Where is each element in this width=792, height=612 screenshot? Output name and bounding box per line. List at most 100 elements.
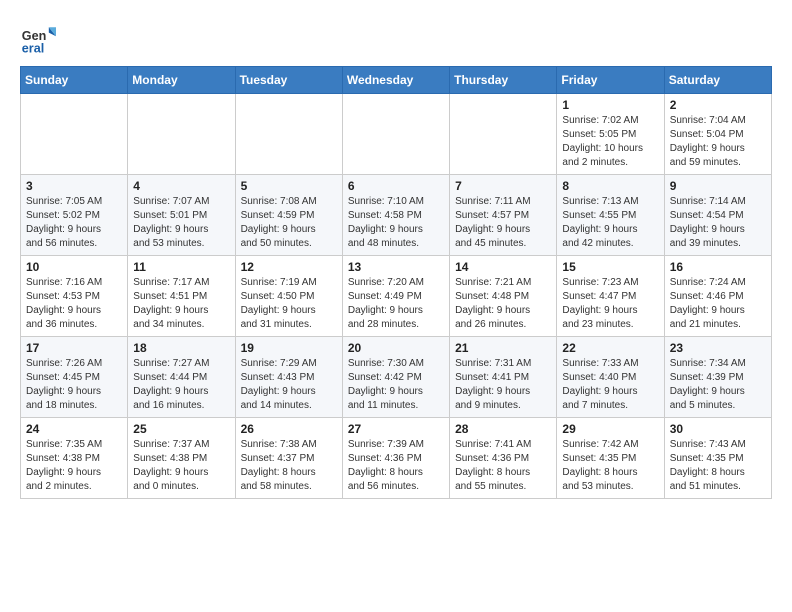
day-number: 24 xyxy=(26,422,122,436)
calendar-cell: 13 Sunrise: 7:20 AMSunset: 4:49 PMDayligh… xyxy=(342,256,449,337)
calendar-week-row: 10 Sunrise: 7:16 AMSunset: 4:53 PMDayligh… xyxy=(21,256,772,337)
calendar-cell: 22 Sunrise: 7:33 AMSunset: 4:40 PMDayligh… xyxy=(557,337,664,418)
day-info: Sunrise: 7:17 AMSunset: 4:51 PMDaylight:… xyxy=(133,276,229,332)
calendar-cell xyxy=(128,94,235,175)
day-number: 30 xyxy=(670,422,766,436)
calendar-cell: 4 Sunrise: 7:07 AMSunset: 5:01 PMDaylight… xyxy=(128,175,235,256)
calendar-week-row: 24 Sunrise: 7:35 AMSunset: 4:38 PMDayligh… xyxy=(21,418,772,499)
weekday-header: Tuesday xyxy=(235,67,342,94)
calendar-cell: 10 Sunrise: 7:16 AMSunset: 4:53 PMDayligh… xyxy=(21,256,128,337)
day-info: Sunrise: 7:10 AMSunset: 4:58 PMDaylight:… xyxy=(348,195,444,251)
day-number: 18 xyxy=(133,341,229,355)
day-info: Sunrise: 7:42 AMSunset: 4:35 PMDaylight:… xyxy=(562,438,658,494)
day-info: Sunrise: 7:14 AMSunset: 4:54 PMDaylight:… xyxy=(670,195,766,251)
day-number: 8 xyxy=(562,179,658,193)
weekday-header: Monday xyxy=(128,67,235,94)
calendar-cell: 8 Sunrise: 7:13 AMSunset: 4:55 PMDaylight… xyxy=(557,175,664,256)
day-info: Sunrise: 7:13 AMSunset: 4:55 PMDaylight:… xyxy=(562,195,658,251)
day-info: Sunrise: 7:43 AMSunset: 4:35 PMDaylight:… xyxy=(670,438,766,494)
page-header: Gen eral xyxy=(20,20,772,56)
day-info: Sunrise: 7:07 AMSunset: 5:01 PMDaylight:… xyxy=(133,195,229,251)
day-number: 14 xyxy=(455,260,551,274)
day-info: Sunrise: 7:29 AMSunset: 4:43 PMDaylight:… xyxy=(241,357,337,413)
day-number: 13 xyxy=(348,260,444,274)
logo: Gen eral xyxy=(20,20,60,56)
day-number: 15 xyxy=(562,260,658,274)
day-number: 11 xyxy=(133,260,229,274)
calendar-cell: 16 Sunrise: 7:24 AMSunset: 4:46 PMDayligh… xyxy=(664,256,771,337)
calendar-cell xyxy=(21,94,128,175)
day-info: Sunrise: 7:11 AMSunset: 4:57 PMDaylight:… xyxy=(455,195,551,251)
day-number: 20 xyxy=(348,341,444,355)
calendar-cell: 21 Sunrise: 7:31 AMSunset: 4:41 PMDayligh… xyxy=(450,337,557,418)
day-number: 1 xyxy=(562,98,658,112)
day-number: 7 xyxy=(455,179,551,193)
day-number: 16 xyxy=(670,260,766,274)
weekday-header: Saturday xyxy=(664,67,771,94)
day-info: Sunrise: 7:27 AMSunset: 4:44 PMDaylight:… xyxy=(133,357,229,413)
day-number: 3 xyxy=(26,179,122,193)
calendar-cell: 29 Sunrise: 7:42 AMSunset: 4:35 PMDayligh… xyxy=(557,418,664,499)
day-info: Sunrise: 7:41 AMSunset: 4:36 PMDaylight:… xyxy=(455,438,551,494)
day-info: Sunrise: 7:30 AMSunset: 4:42 PMDaylight:… xyxy=(348,357,444,413)
day-number: 25 xyxy=(133,422,229,436)
weekday-header: Wednesday xyxy=(342,67,449,94)
calendar-cell xyxy=(450,94,557,175)
day-number: 21 xyxy=(455,341,551,355)
calendar: SundayMondayTuesdayWednesdayThursdayFrid… xyxy=(20,66,772,499)
day-number: 9 xyxy=(670,179,766,193)
calendar-cell: 11 Sunrise: 7:17 AMSunset: 4:51 PMDayligh… xyxy=(128,256,235,337)
calendar-cell: 18 Sunrise: 7:27 AMSunset: 4:44 PMDayligh… xyxy=(128,337,235,418)
day-number: 12 xyxy=(241,260,337,274)
day-number: 22 xyxy=(562,341,658,355)
calendar-cell: 1 Sunrise: 7:02 AMSunset: 5:05 PMDaylight… xyxy=(557,94,664,175)
calendar-cell: 6 Sunrise: 7:10 AMSunset: 4:58 PMDaylight… xyxy=(342,175,449,256)
day-number: 19 xyxy=(241,341,337,355)
calendar-cell xyxy=(342,94,449,175)
calendar-cell: 30 Sunrise: 7:43 AMSunset: 4:35 PMDayligh… xyxy=(664,418,771,499)
day-info: Sunrise: 7:39 AMSunset: 4:36 PMDaylight:… xyxy=(348,438,444,494)
calendar-cell: 19 Sunrise: 7:29 AMSunset: 4:43 PMDayligh… xyxy=(235,337,342,418)
day-info: Sunrise: 7:24 AMSunset: 4:46 PMDaylight:… xyxy=(670,276,766,332)
day-number: 28 xyxy=(455,422,551,436)
day-number: 29 xyxy=(562,422,658,436)
calendar-cell: 2Sunrise: 7:04 AMSunset: 5:04 PMDaylight… xyxy=(664,94,771,175)
calendar-cell: 25 Sunrise: 7:37 AMSunset: 4:38 PMDayligh… xyxy=(128,418,235,499)
day-info: Sunrise: 7:20 AMSunset: 4:49 PMDaylight:… xyxy=(348,276,444,332)
day-info: Sunrise: 7:34 AMSunset: 4:39 PMDaylight:… xyxy=(670,357,766,413)
calendar-cell: 12 Sunrise: 7:19 AMSunset: 4:50 PMDayligh… xyxy=(235,256,342,337)
day-info: Sunrise: 7:31 AMSunset: 4:41 PMDaylight:… xyxy=(455,357,551,413)
day-info: Sunrise: 7:37 AMSunset: 4:38 PMDaylight:… xyxy=(133,438,229,494)
day-info: Sunrise: 7:19 AMSunset: 4:50 PMDaylight:… xyxy=(241,276,337,332)
calendar-cell: 5Sunrise: 7:08 AMSunset: 4:59 PMDaylight… xyxy=(235,175,342,256)
day-info: Sunrise: 7:04 AMSunset: 5:04 PMDaylight:… xyxy=(670,114,766,170)
calendar-cell xyxy=(235,94,342,175)
weekday-header: Thursday xyxy=(450,67,557,94)
day-number: 26 xyxy=(241,422,337,436)
day-info: Sunrise: 7:02 AMSunset: 5:05 PMDaylight:… xyxy=(562,114,658,170)
calendar-cell: 9 Sunrise: 7:14 AMSunset: 4:54 PMDaylight… xyxy=(664,175,771,256)
calendar-cell: 23Sunrise: 7:34 AMSunset: 4:39 PMDayligh… xyxy=(664,337,771,418)
day-number: 27 xyxy=(348,422,444,436)
day-number: 5 xyxy=(241,179,337,193)
calendar-week-row: 3 Sunrise: 7:05 AMSunset: 5:02 PMDaylight… xyxy=(21,175,772,256)
calendar-cell: 27 Sunrise: 7:39 AMSunset: 4:36 PMDayligh… xyxy=(342,418,449,499)
day-number: 10 xyxy=(26,260,122,274)
day-info: Sunrise: 7:05 AMSunset: 5:02 PMDaylight:… xyxy=(26,195,122,251)
day-info: Sunrise: 7:33 AMSunset: 4:40 PMDaylight:… xyxy=(562,357,658,413)
day-info: Sunrise: 7:23 AMSunset: 4:47 PMDaylight:… xyxy=(562,276,658,332)
weekday-header: Sunday xyxy=(21,67,128,94)
calendar-week-row: 17Sunrise: 7:26 AMSunset: 4:45 PMDayligh… xyxy=(21,337,772,418)
calendar-cell: 26 Sunrise: 7:38 AMSunset: 4:37 PMDayligh… xyxy=(235,418,342,499)
calendar-week-row: 1 Sunrise: 7:02 AMSunset: 5:05 PMDaylight… xyxy=(21,94,772,175)
day-info: Sunrise: 7:21 AMSunset: 4:48 PMDaylight:… xyxy=(455,276,551,332)
day-number: 6 xyxy=(348,179,444,193)
calendar-cell: 20 Sunrise: 7:30 AMSunset: 4:42 PMDayligh… xyxy=(342,337,449,418)
day-info: Sunrise: 7:16 AMSunset: 4:53 PMDaylight:… xyxy=(26,276,122,332)
day-info: Sunrise: 7:38 AMSunset: 4:37 PMDaylight:… xyxy=(241,438,337,494)
weekday-header: Friday xyxy=(557,67,664,94)
day-number: 17 xyxy=(26,341,122,355)
day-number: 4 xyxy=(133,179,229,193)
day-info: Sunrise: 7:35 AMSunset: 4:38 PMDaylight:… xyxy=(26,438,122,494)
calendar-cell: 28 Sunrise: 7:41 AMSunset: 4:36 PMDayligh… xyxy=(450,418,557,499)
